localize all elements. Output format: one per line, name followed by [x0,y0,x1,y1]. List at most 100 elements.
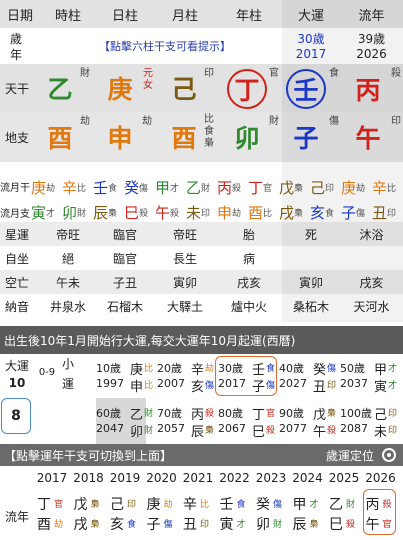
liuyue-char: 丑 [372,203,388,222]
info-cell: 子丑 [112,275,137,290]
day-branch[interactable]: 申 [100,117,140,157]
dayun-item[interactable]: 70歲 2057 丙辰殺梟 [157,403,217,443]
dayun-stem-tag: 劫 [205,364,215,374]
dayun-year: 2077 [279,422,307,435]
liuyue-item[interactable]: 寅才 [31,201,62,223]
liuyue-item[interactable]: 酉比 [248,201,279,223]
xiaoyun-label[interactable]: 小 運 [58,352,78,396]
liuyue-item[interactable]: 庚劫 [31,176,62,198]
dayun-branch: 未 [374,425,388,440]
liuyue-item[interactable]: 丑印 [372,201,403,223]
info-cell: 臨官 [112,251,137,266]
liuyue-item[interactable]: 未印 [186,201,217,223]
dayun-label: 大運 [4,358,29,373]
liunian-branch-tag: 傷 [163,520,173,530]
year-branch-tag: 財 [269,116,279,127]
liunian-branch[interactable]: 午 [348,117,388,157]
info-cell: 死 [304,227,317,242]
hour-branch[interactable]: 酉 [40,117,80,157]
day-stem[interactable]: 庚 [100,68,140,108]
liuyue-item[interactable]: 壬食 [93,176,124,198]
dayun-item[interactable]: 20歲 2007 辛亥劫傷 [157,358,217,398]
liuyue-char: 甲 [155,178,171,197]
liuyue-item[interactable]: 辰梟 [93,201,124,223]
liuyue-item[interactable]: 巳殺 [124,201,155,223]
liunian-item[interactable]: 己亥印食 [110,492,144,536]
dayun-branch: 卯 [130,425,144,440]
year-stem[interactable]: 丁 [227,69,267,109]
dayun-branch[interactable]: 子 [286,117,326,157]
liunian-item[interactable]: 癸卯傷財 [256,492,290,536]
liunian-item[interactable]: 辛丑比印 [183,492,217,536]
locate-icon[interactable] [382,448,396,462]
month-stem-tag: 印 [204,68,214,79]
liuyue-item[interactable]: 亥食 [310,201,341,223]
hour-stem[interactable]: 乙 [40,68,80,108]
liunian-stem[interactable]: 丙 [348,69,388,109]
stem-row-label: 天干 [4,81,29,96]
locate-button[interactable]: 歲運定位 [318,444,382,466]
liuyue-item[interactable]: 甲才 [155,176,186,198]
liuyue-item[interactable]: 戌梟 [279,201,310,223]
liunian-stem: 丁 [37,497,51,513]
liuyue-item[interactable]: 戊梟 [279,176,310,198]
pillar-hint[interactable]: 【點擊六柱干支可看提示】 [60,36,270,56]
liuyue-tag: 劫 [356,183,366,194]
month-branch[interactable]: 酉 [164,117,204,157]
liuyue-char: 乙 [186,178,202,197]
liunian-item[interactable]: 丁酉官劫 [37,492,71,536]
liuyue-item[interactable]: 庚劫 [341,176,372,198]
liunian-branch-tag: 梟 [90,520,100,530]
liunian-year-header: 2025 [328,471,360,485]
info-cell: 臨官 [112,227,137,242]
year-branch[interactable]: 卯 [227,117,267,157]
liuyue-item[interactable]: 己印 [310,176,341,198]
liuyue-item[interactable]: 辛比 [62,176,93,198]
info-row-label: 空亡 [4,275,29,290]
dayun-item[interactable]: 90歲 2077 戊午梟殺 [279,403,339,443]
dayun-stem-tag: 官 [266,409,276,419]
dayun-item[interactable]: 100歲 2087 己未印印 [340,403,400,443]
liunian-item[interactable]: 甲辰才梟 [293,492,327,536]
liuyue-branch-list: 寅才卯財辰梟巳殺午殺未印申劫酉比戌梟亥食子傷丑印 [31,201,403,223]
liunian-item[interactable]: 戊戌梟梟 [74,492,108,536]
liuyue-item[interactable]: 午殺 [155,201,186,223]
dayun-stem[interactable]: 壬 [286,69,326,109]
liunian-item[interactable]: 丙午殺官 [362,489,400,536]
liunian-year-header: 2021 [182,471,214,485]
dayun-branch-tag: 印 [388,426,398,436]
current-age-box[interactable]: 8 [1,398,31,434]
liuyue-item[interactable]: 乙財 [186,176,217,198]
dayun-item[interactable]: 60歲 2047 乙卯財財 [96,403,156,443]
dayun-item[interactable]: 10歲 1997 庚申比比 [96,358,156,398]
dayun-item[interactable]: 80歲 2067 丁巳官殺 [218,403,278,443]
day-branch-tag: 劫 [142,116,152,127]
dayun-item[interactable]: 30歲 2017 壬子食傷 [215,356,278,398]
liunian-item[interactable]: 壬寅食才 [220,492,254,536]
dayun-branch-tag: 才 [388,381,398,391]
liuyue-item[interactable]: 申劫 [217,201,248,223]
liunian-branch: 丑 [183,517,197,533]
dayun-item[interactable]: 50歲 2037 甲寅才才 [340,358,400,398]
liuyue-item[interactable]: 丁官 [248,176,279,198]
liunian-age: 39歲 [357,31,386,46]
liuyue-item[interactable]: 卯財 [62,201,93,223]
dayun-branch: 申 [130,380,144,395]
liunian-year-header: 2026 [365,471,396,485]
dayun-item[interactable]: 40歲 2027 癸丑傷印 [279,358,339,398]
age-label: 歲 [9,31,22,46]
liunian-item[interactable]: 乙巳財殺 [329,492,363,536]
liuyue-char: 己 [310,178,326,197]
liuyue-tag: 劫 [232,208,242,219]
dayun-branch-tag: 殺 [327,426,337,436]
dayun-stem-tag: 比 [144,364,154,374]
liunian-item[interactable]: 庚子劫傷 [147,492,181,536]
liuyue-item[interactable]: 子傷 [341,201,372,223]
liuyue-item[interactable]: 丙殺 [217,176,248,198]
liuyue-item[interactable]: 癸傷 [124,176,155,198]
liunian-stem-tag: 官 [54,500,64,510]
liunian-branch: 寅 [219,517,234,533]
liuyue-item[interactable]: 辛比 [372,176,403,198]
liunian-label: 流年 [4,509,29,524]
month-stem[interactable]: 己 [164,68,204,108]
